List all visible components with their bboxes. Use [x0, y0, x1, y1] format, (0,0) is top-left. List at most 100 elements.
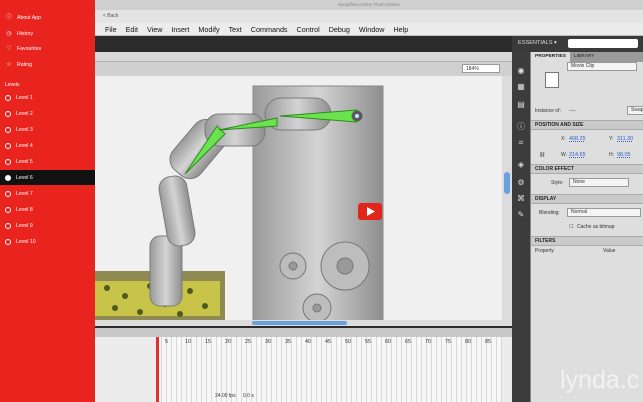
sidebar-level-5[interactable]: Level 5: [0, 154, 95, 169]
sidebar-level-9[interactable]: Level 9: [0, 218, 95, 233]
menu-control[interactable]: Control: [297, 25, 320, 34]
tab-properties[interactable]: PROPERTIES: [531, 52, 570, 62]
filters-section[interactable]: FILTERS: [531, 236, 643, 246]
frame-number: 65: [405, 339, 411, 345]
w-label: W:: [561, 152, 568, 158]
blending-label: Blending:: [539, 210, 560, 216]
menu-text[interactable]: Text: [229, 25, 242, 34]
back-button[interactable]: < Back: [103, 13, 118, 19]
sidebar-level-7[interactable]: Level 7: [0, 186, 95, 201]
brush-icon[interactable]: ✎: [516, 210, 526, 220]
sidebar-item-about[interactable]: ⓘ About App: [0, 10, 95, 25]
h-label: H:: [609, 152, 614, 158]
radio-icon: [5, 94, 11, 101]
sidebar-level-label: Level 6: [16, 174, 33, 181]
y-value[interactable]: 311.30: [617, 136, 633, 142]
transform-icon[interactable]: ⌗: [516, 138, 526, 148]
sidebar-item-label: Favourites: [17, 45, 42, 52]
time-readout: 0.0 s: [243, 393, 254, 399]
help-search-input[interactable]: [568, 39, 638, 48]
workspace-switcher[interactable]: ESSENTIALS ▾: [518, 40, 557, 46]
menu-window[interactable]: Window: [359, 25, 385, 34]
app-sidebar: ⓘ About App ◷ History ♡ Favourites ☆ Rat…: [0, 0, 95, 402]
symbol-icon: [545, 72, 559, 88]
zoom-select[interactable]: 184%: [462, 64, 500, 73]
stage-canvas[interactable]: [95, 76, 512, 326]
sidebar-item-label: History: [17, 30, 34, 37]
sidebar-level-8[interactable]: Level 8: [0, 202, 95, 217]
menu-commands[interactable]: Commands: [251, 25, 288, 34]
sidebar-level-label: Level 1: [16, 94, 33, 101]
radio-icon: [5, 190, 11, 197]
frame-number: 80: [465, 339, 471, 345]
window-title: Simplified Adobe Flash Edition: [95, 0, 643, 10]
color-effect-section[interactable]: COLOR EFFECT: [531, 164, 643, 174]
sidebar-item-label: Rating: [17, 61, 32, 68]
position-size-section[interactable]: POSITION AND SIZE: [531, 120, 643, 130]
edit-bar: 184%: [95, 62, 512, 76]
radio-icon: [5, 222, 11, 229]
info-icon: ⓘ: [5, 14, 12, 21]
timeline-panel: 5 10 15 20 25 30 35 40 45 50 55 60 65 70 75 80 85 24.00 …: [95, 337, 512, 402]
swap-button[interactable]: Swap: [627, 106, 643, 115]
info-icon[interactable]: ⓘ: [516, 122, 526, 132]
link-icon[interactable]: ⛓: [539, 152, 545, 158]
motion-icon[interactable]: ◈: [516, 160, 526, 170]
menu-modify[interactable]: Modify: [198, 25, 219, 34]
fps-readout[interactable]: 24.00 fps: [215, 393, 236, 399]
sidebar-level-4[interactable]: Level 4: [0, 138, 95, 153]
cache-checkbox[interactable]: ☐: [569, 224, 573, 230]
timeline-tabs: MOTION EDITOR OUTPUT: [95, 328, 512, 342]
scroll-thumb[interactable]: [252, 321, 347, 325]
menu-debug[interactable]: Debug: [329, 25, 350, 34]
tab-library[interactable]: LIBRARY: [570, 52, 598, 62]
instance-of-label: Instance of:: [535, 108, 561, 114]
sidebar-level-3[interactable]: Level 3: [0, 122, 95, 137]
components-icon[interactable]: ⚙: [516, 178, 526, 188]
stage-vertical-scrollbar[interactable]: [502, 76, 512, 326]
sidebar-item-rating[interactable]: ☆ Rating: [0, 57, 95, 72]
sidebar-item-favourites[interactable]: ♡ Favourites: [0, 41, 95, 56]
filters-col-value: Value: [603, 248, 616, 254]
frame-number: 85: [485, 339, 491, 345]
menu-bar: File Edit View Insert Modify Text Commands Cont…: [95, 23, 643, 36]
scroll-thumb[interactable]: [504, 172, 510, 194]
color-icon[interactable]: ◉: [516, 66, 526, 76]
sidebar-level-6[interactable]: Level 6: [0, 170, 95, 185]
swatch-icon[interactable]: ▦: [516, 82, 526, 92]
menu-help[interactable]: Help: [393, 25, 408, 34]
blending-select[interactable]: Normal: [567, 208, 641, 217]
w-value[interactable]: 214.65: [569, 152, 586, 158]
playhead[interactable]: [156, 337, 159, 402]
align-icon[interactable]: ▤: [516, 100, 526, 110]
menu-edit[interactable]: Edit: [126, 25, 138, 34]
document-tab-bar: [95, 52, 512, 62]
sidebar-level-10[interactable]: Level 10: [0, 234, 95, 249]
display-section[interactable]: DISPLAY: [531, 194, 643, 204]
properties-panel: PROPERTIES LIBRARY Movie Clip Instance o…: [530, 52, 643, 402]
sidebar-level-2[interactable]: Level 2: [0, 106, 95, 121]
code-icon[interactable]: ⌘: [516, 194, 526, 204]
sidebar-level-1[interactable]: Level 1: [0, 90, 95, 105]
symbol-type-select[interactable]: Movie Clip: [567, 62, 637, 71]
sidebar-level-label: Level 8: [16, 206, 33, 213]
sidebar-level-label: Level 3: [16, 126, 33, 133]
frame-grid[interactable]: 5 10 15 20 25 30 35 40 45 50 55 60 65 70 75 80 85: [157, 337, 502, 402]
frame-number: 10: [185, 339, 191, 345]
x-value[interactable]: 408.25: [569, 136, 586, 142]
sidebar-item-history[interactable]: ◷ History: [0, 26, 95, 41]
stage-horizontal-scrollbar[interactable]: [95, 320, 502, 326]
sidebar-level-label: Level 4: [16, 142, 33, 149]
heart-icon: ♡: [6, 45, 12, 52]
style-select[interactable]: None: [569, 178, 629, 187]
menu-view[interactable]: View: [147, 25, 162, 34]
frame-number: 5: [165, 339, 168, 345]
menu-insert[interactable]: Insert: [171, 25, 189, 34]
menu-file[interactable]: File: [105, 25, 117, 34]
panel-icon-column: ◉ ▦ ▤ ⓘ ⌗ ◈ ⚙ ⌘ ✎: [512, 52, 530, 402]
style-label: Style:: [551, 180, 564, 186]
sidebar-level-label: Level 2: [16, 110, 33, 117]
h-value[interactable]: 98.05: [617, 152, 631, 158]
frame-number: 35: [285, 339, 291, 345]
sidebar-item-label: About App: [17, 14, 41, 21]
